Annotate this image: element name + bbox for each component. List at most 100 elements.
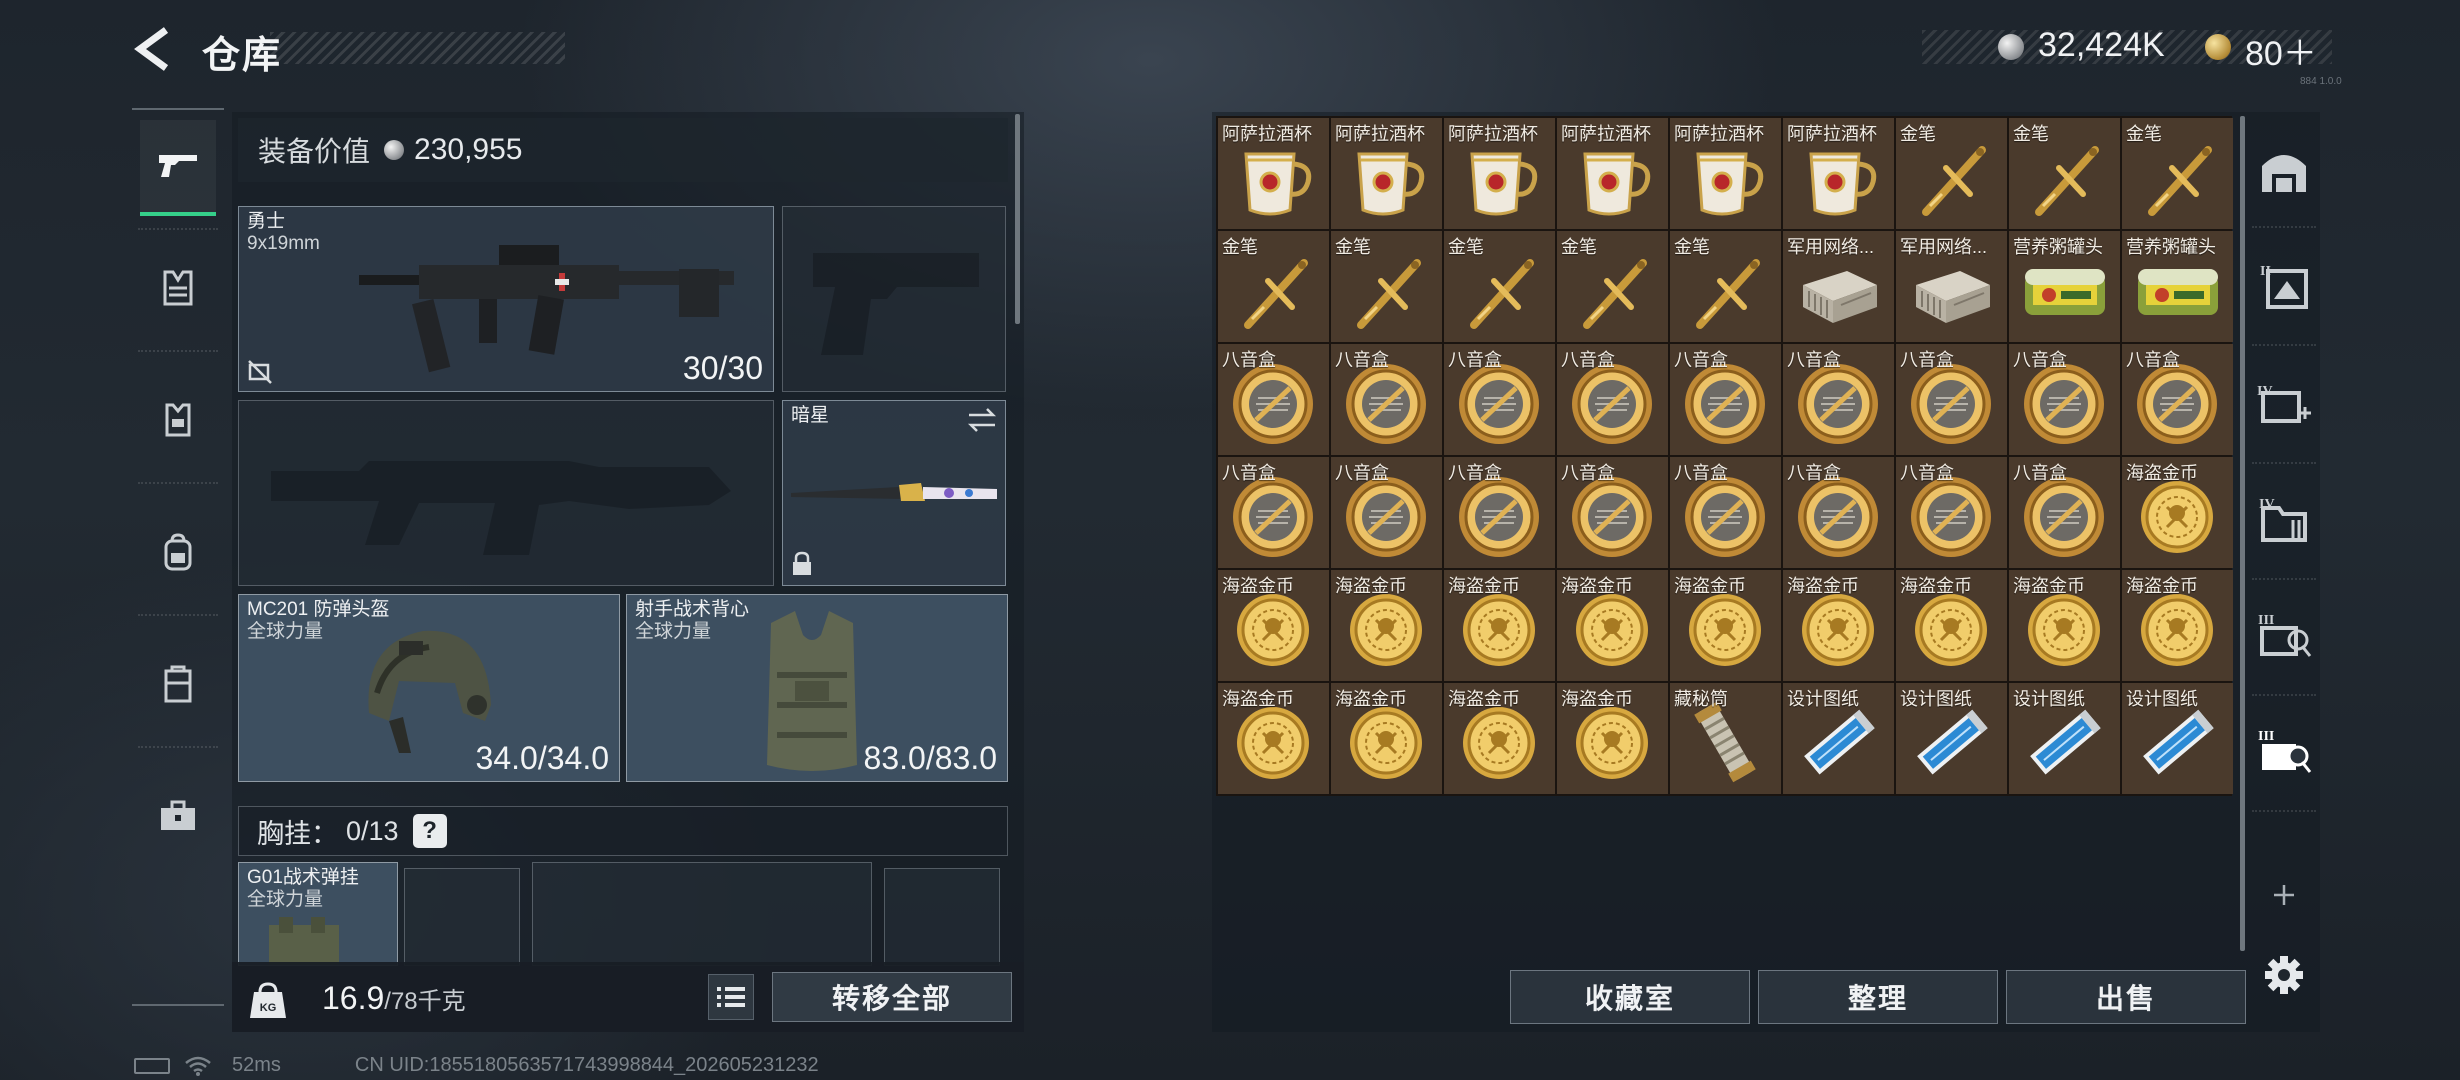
settings-button[interactable] bbox=[2252, 930, 2316, 1020]
storage-item[interactable]: 设计图纸 bbox=[2009, 683, 2120, 794]
back-button[interactable] bbox=[130, 26, 180, 72]
storage-item[interactable]: 八音盒 bbox=[1670, 344, 1781, 455]
storage-item[interactable]: 八音盒 bbox=[1444, 457, 1555, 568]
storage-item[interactable]: 金笔 bbox=[2122, 118, 2233, 229]
nav-rig[interactable] bbox=[140, 240, 216, 336]
storage-item[interactable]: 阿萨拉酒杯 bbox=[1331, 118, 1442, 229]
item-label: 海盗金币 bbox=[1222, 689, 1294, 709]
storage-item[interactable]: 海盗金币 bbox=[1218, 570, 1329, 681]
storage-item[interactable]: 海盗金币 bbox=[1783, 570, 1894, 681]
storage-item[interactable]: 金笔 bbox=[1218, 231, 1329, 342]
storage-item[interactable]: 海盗金币 bbox=[1896, 570, 2007, 681]
transfer-all-button[interactable]: 转移全部 bbox=[772, 972, 1012, 1022]
rig-pocket-slot[interactable] bbox=[532, 862, 872, 966]
organize-button[interactable]: 整理 bbox=[1758, 970, 1998, 1024]
storage-item[interactable]: 八音盒 bbox=[1783, 344, 1894, 455]
storage-item[interactable]: 海盗金币 bbox=[1557, 570, 1668, 681]
storage-item[interactable]: 八音盒 bbox=[1218, 457, 1329, 568]
nav-storage-iv[interactable]: IV bbox=[2252, 474, 2316, 564]
armor-slot[interactable]: 射手战术背心 全球力量 83.0/83.0 bbox=[626, 594, 1008, 782]
nav-storage-iv-add[interactable]: IV bbox=[2252, 358, 2316, 448]
storage-item[interactable]: 八音盒 bbox=[1557, 457, 1668, 568]
storage-item[interactable]: 阿萨拉酒杯 bbox=[1557, 118, 1668, 229]
title-stripe bbox=[270, 32, 565, 64]
collection-room-button[interactable]: 收藏室 bbox=[1510, 970, 1750, 1024]
storage-item[interactable]: 设计图纸 bbox=[1783, 683, 1894, 794]
nav-storage-ii[interactable]: II bbox=[2252, 240, 2316, 330]
storage-item[interactable]: 金笔 bbox=[1670, 231, 1781, 342]
sidearm-slot[interactable] bbox=[782, 206, 1006, 392]
storage-item[interactable]: 八音盒 bbox=[1331, 457, 1442, 568]
storage-grid: 阿萨拉酒杯 阿萨拉酒杯 阿萨拉酒杯 阿萨拉酒杯 阿萨拉酒杯 阿萨拉酒杯 金笔 金笔 金笔 金笔 金笔… bbox=[1216, 116, 2233, 796]
chest-rig-count: 0/13 bbox=[346, 815, 399, 846]
item-label: 海盗金币 bbox=[1787, 576, 1859, 596]
storage-item[interactable]: 营养粥罐头 bbox=[2009, 231, 2120, 342]
weight-current: 16.9 bbox=[322, 980, 385, 1016]
storage-item[interactable]: 八音盒 bbox=[2122, 344, 2233, 455]
storage-item[interactable]: 设计图纸 bbox=[1896, 683, 2007, 794]
storage-item[interactable]: 海盗金币 bbox=[1444, 570, 1555, 681]
storage-item[interactable]: 金笔 bbox=[1557, 231, 1668, 342]
storage-item[interactable]: 金笔 bbox=[2009, 118, 2120, 229]
storage-item[interactable]: 海盗金币 bbox=[2122, 457, 2233, 568]
nav-storage-iii-active[interactable]: III bbox=[2252, 706, 2316, 796]
storage-item[interactable]: 八音盒 bbox=[1444, 344, 1555, 455]
nav-case[interactable] bbox=[140, 636, 216, 732]
storage-item[interactable]: 阿萨拉酒杯 bbox=[1670, 118, 1781, 229]
storage-item[interactable]: 军用网络... bbox=[1896, 231, 2007, 342]
rig-pocket-slot[interactable] bbox=[884, 868, 1000, 966]
storage-item[interactable]: 八音盒 bbox=[2009, 344, 2120, 455]
helmet-slot[interactable]: MC201 防弹头盔 全球力量 34.0/34.0 bbox=[238, 594, 620, 782]
storage-item[interactable]: 海盗金币 bbox=[1331, 570, 1442, 681]
rig-slot[interactable]: G01战术弹挂 全球力量 bbox=[238, 862, 398, 966]
storage-item[interactable]: 藏秘筒 bbox=[1670, 683, 1781, 794]
storage-scrollbar[interactable] bbox=[2240, 116, 2245, 951]
storage-item[interactable]: 八音盒 bbox=[1331, 344, 1442, 455]
storage-tools-icon: III bbox=[2258, 613, 2312, 657]
storage-item[interactable]: 海盗金币 bbox=[1557, 683, 1668, 794]
storage-item[interactable]: 阿萨拉酒杯 bbox=[1218, 118, 1329, 229]
storage-item[interactable]: 海盗金币 bbox=[1218, 683, 1329, 794]
item-label: 海盗金币 bbox=[1448, 689, 1520, 709]
storage-item[interactable]: 金笔 bbox=[1896, 118, 2007, 229]
storage-item[interactable]: 海盗金币 bbox=[2009, 570, 2120, 681]
list-view-button[interactable] bbox=[708, 974, 754, 1020]
melee-name: 暗星 bbox=[791, 405, 830, 426]
sell-button[interactable]: 出售 bbox=[2006, 970, 2246, 1024]
storage-item[interactable]: 八音盒 bbox=[1896, 457, 2007, 568]
primary-weapon-slot[interactable]: 勇士 9x19mm 30/30 bbox=[238, 206, 774, 392]
storage-item[interactable]: 海盗金币 bbox=[1670, 570, 1781, 681]
storage-item[interactable]: 营养粥罐头 bbox=[2122, 231, 2233, 342]
storage-item[interactable]: 八音盒 bbox=[1218, 344, 1329, 455]
item-label: 军用网络... bbox=[1787, 237, 1875, 257]
rig-pocket-slot[interactable] bbox=[404, 868, 520, 966]
help-button[interactable]: ? bbox=[412, 814, 447, 848]
storage-item[interactable]: 海盗金币 bbox=[1444, 683, 1555, 794]
melee-slot[interactable]: 暗星 bbox=[782, 400, 1006, 586]
storage-item[interactable]: 海盗金币 bbox=[1331, 683, 1442, 794]
loadout-scrollbar[interactable] bbox=[1015, 114, 1020, 324]
nav-warehouse[interactable] bbox=[2252, 126, 2316, 216]
storage-item[interactable]: 设计图纸 bbox=[2122, 683, 2233, 794]
nav-toolbox[interactable] bbox=[140, 768, 216, 864]
nav-weapons[interactable] bbox=[140, 120, 216, 216]
storage-item[interactable]: 八音盒 bbox=[1896, 344, 2007, 455]
storage-item[interactable]: 金笔 bbox=[1331, 231, 1442, 342]
storage-item[interactable]: 军用网络... bbox=[1783, 231, 1894, 342]
storage-item[interactable]: 八音盒 bbox=[1783, 457, 1894, 568]
storage-item[interactable]: 八音盒 bbox=[1670, 457, 1781, 568]
storage-item[interactable]: 金笔 bbox=[1444, 231, 1555, 342]
nav-backpack[interactable] bbox=[140, 504, 216, 600]
nav-vest[interactable] bbox=[140, 372, 216, 468]
storage-item[interactable]: 八音盒 bbox=[1557, 344, 1668, 455]
add-storage-button[interactable] bbox=[2252, 850, 2316, 940]
storage-item[interactable]: 八音盒 bbox=[2009, 457, 2120, 568]
nav-storage-iii[interactable]: III bbox=[2252, 590, 2316, 680]
gold-balance[interactable]: 80＋ bbox=[2245, 26, 2317, 75]
secure-case-icon bbox=[164, 665, 192, 703]
secondary-weapon-slot[interactable] bbox=[238, 400, 774, 586]
storage-item[interactable]: 阿萨拉酒杯 bbox=[1444, 118, 1555, 229]
storage-item[interactable]: 海盗金币 bbox=[2122, 570, 2233, 681]
storage-item[interactable]: 阿萨拉酒杯 bbox=[1783, 118, 1894, 229]
vest-rig-icon bbox=[163, 270, 193, 306]
